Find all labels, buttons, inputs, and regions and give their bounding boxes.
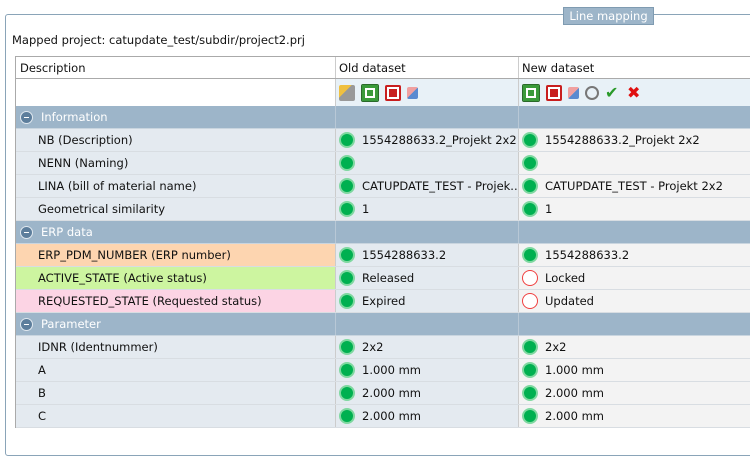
new-value: 2.000 mm xyxy=(545,409,604,423)
match-status-icon xyxy=(522,339,538,355)
match-status-icon xyxy=(339,408,355,424)
old-value: 1554288633.2 xyxy=(362,248,447,262)
new-value: 1 xyxy=(545,202,553,216)
match-status-icon xyxy=(522,385,538,401)
new-value: Updated xyxy=(545,294,594,308)
panel-legend: Line mapping xyxy=(563,7,654,25)
inspect-icon[interactable] xyxy=(585,85,599,100)
copy-icon[interactable] xyxy=(407,86,418,99)
table-row[interactable]: Geometrical similarity 1 1 xyxy=(16,198,750,221)
group-header[interactable]: Parameter xyxy=(16,313,750,336)
sync-icon[interactable] xyxy=(361,83,379,102)
new-toolbar: ✔ ✖ xyxy=(518,79,750,106)
copy-icon[interactable] xyxy=(568,86,579,99)
toolbar-row: ✔ ✖ xyxy=(16,79,750,106)
old-value: 1554288633.2_Projekt 2x2 xyxy=(362,133,517,147)
mapping-table: Description Old dataset New dataset ✔ ✖ I… xyxy=(15,56,750,428)
match-status-icon xyxy=(339,339,355,355)
old-value: 1 xyxy=(362,202,370,216)
row-description: NENN (Naming) xyxy=(38,156,129,170)
row-description: ERP_PDM_NUMBER (ERP number) xyxy=(16,244,335,266)
table-row[interactable]: ACTIVE_STATE (Active status) Released Lo… xyxy=(16,267,750,290)
export-icon[interactable] xyxy=(546,84,562,101)
collapse-icon[interactable] xyxy=(20,110,33,124)
match-status-icon xyxy=(339,293,355,309)
mismatch-status-icon xyxy=(522,270,538,286)
match-status-icon xyxy=(339,155,355,171)
row-description: ACTIVE_STATE (Active status) xyxy=(16,267,335,289)
match-status-icon xyxy=(339,385,355,401)
match-status-icon xyxy=(339,362,355,378)
group-label: Parameter xyxy=(41,317,101,331)
old-value: 2.000 mm xyxy=(362,409,421,423)
old-toolbar xyxy=(335,79,518,106)
sync-icon[interactable] xyxy=(522,83,540,102)
reject-icon[interactable]: ✖ xyxy=(627,84,643,101)
export-icon[interactable] xyxy=(385,84,401,101)
row-description: NB (Description) xyxy=(38,133,133,147)
new-value: 1554288633.2 xyxy=(545,248,630,262)
mismatch-status-icon xyxy=(522,293,538,309)
new-value: 1.000 mm xyxy=(545,363,604,377)
match-status-icon xyxy=(522,201,538,217)
table-header: Description Old dataset New dataset xyxy=(16,56,750,79)
row-description: IDNR (Identnummer) xyxy=(38,340,158,354)
match-status-icon xyxy=(339,178,355,194)
group-label: Information xyxy=(41,110,108,124)
table-row[interactable]: LINA (bill of material name) CATUPDATE_T… xyxy=(16,175,750,198)
match-status-icon xyxy=(522,247,538,263)
group-header[interactable]: ERP data xyxy=(16,221,750,244)
accept-icon[interactable]: ✔ xyxy=(605,84,621,101)
new-value: 2.000 mm xyxy=(545,386,604,400)
row-description: Geometrical similarity xyxy=(38,202,166,216)
column-header-old[interactable]: Old dataset xyxy=(335,57,518,78)
new-value: 2x2 xyxy=(545,340,567,354)
table-row[interactable]: NENN (Naming) xyxy=(16,152,750,175)
column-header-description[interactable]: Description xyxy=(16,57,335,78)
column-header-new[interactable]: New dataset xyxy=(518,57,750,78)
collapse-icon[interactable] xyxy=(20,225,33,239)
row-description: LINA (bill of material name) xyxy=(38,179,197,193)
row-description: REQUESTED_STATE (Requested status) xyxy=(16,290,335,312)
row-description: B xyxy=(38,386,46,400)
group-header[interactable]: Information xyxy=(16,106,750,129)
new-value: 1554288633.2_Projekt 2x2 xyxy=(545,133,700,147)
match-status-icon xyxy=(522,362,538,378)
match-status-icon xyxy=(522,132,538,148)
match-status-icon xyxy=(522,178,538,194)
old-value: CATUPDATE_TEST - Projek... xyxy=(362,179,518,193)
match-status-icon xyxy=(339,247,355,263)
old-value: Expired xyxy=(362,294,406,308)
table-row[interactable]: NB (Description) 1554288633.2_Projekt 2x… xyxy=(16,129,750,152)
mapped-project-label: Mapped project: catupdate_test/subdir/pr… xyxy=(12,33,305,47)
table-row[interactable]: C 2.000 mm 2.000 mm xyxy=(16,405,750,428)
row-description: A xyxy=(38,363,46,377)
match-status-icon xyxy=(339,270,355,286)
filter-icon[interactable] xyxy=(339,84,355,101)
table-row[interactable]: A 1.000 mm 1.000 mm xyxy=(16,359,750,382)
old-value: Released xyxy=(362,271,415,285)
table-row[interactable]: IDNR (Identnummer) 2x2 2x2 xyxy=(16,336,750,359)
row-description: C xyxy=(38,409,47,423)
collapse-icon[interactable] xyxy=(20,317,33,331)
match-status-icon xyxy=(522,408,538,424)
old-value: 2x2 xyxy=(362,340,384,354)
old-value: 2.000 mm xyxy=(362,386,421,400)
new-value: CATUPDATE_TEST - Projekt 2x2 xyxy=(545,179,723,193)
match-status-icon xyxy=(339,132,355,148)
match-status-icon xyxy=(522,155,538,171)
table-row[interactable]: ERP_PDM_NUMBER (ERP number) 1554288633.2… xyxy=(16,244,750,267)
old-value: 1.000 mm xyxy=(362,363,421,377)
new-value: Locked xyxy=(545,271,586,285)
table-row[interactable]: B 2.000 mm 2.000 mm xyxy=(16,382,750,405)
group-label: ERP data xyxy=(41,225,93,239)
table-row[interactable]: REQUESTED_STATE (Requested status) Expir… xyxy=(16,290,750,313)
match-status-icon xyxy=(339,201,355,217)
